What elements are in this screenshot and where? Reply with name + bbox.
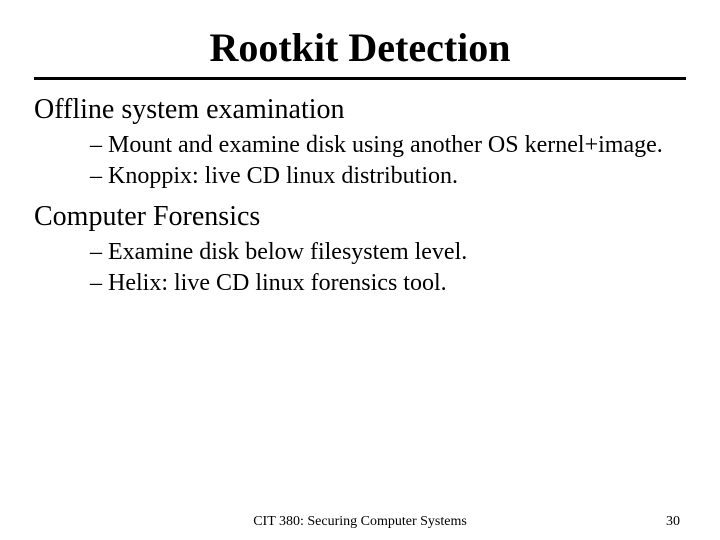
footer-page-number: 30: [666, 514, 680, 530]
section-heading-1: Offline system examination: [34, 94, 686, 126]
slide: Rootkit Detection Offline system examina…: [0, 0, 720, 540]
bullet-item: – Examine disk below filesystem level.: [90, 237, 686, 268]
bullet-group-1: – Mount and examine disk using another O…: [90, 130, 686, 191]
title-underline: [34, 77, 686, 80]
bullet-item: – Helix: live CD linux forensics tool.: [90, 268, 686, 299]
slide-title: Rootkit Detection: [34, 24, 686, 71]
bullet-item: – Knoppix: live CD linux distribution.: [90, 161, 686, 192]
section-heading-2: Computer Forensics: [34, 201, 686, 233]
bullet-group-2: – Examine disk below filesystem level. –…: [90, 237, 686, 298]
bullet-item: – Mount and examine disk using another O…: [90, 130, 686, 161]
footer-course: CIT 380: Securing Computer Systems: [0, 514, 720, 530]
